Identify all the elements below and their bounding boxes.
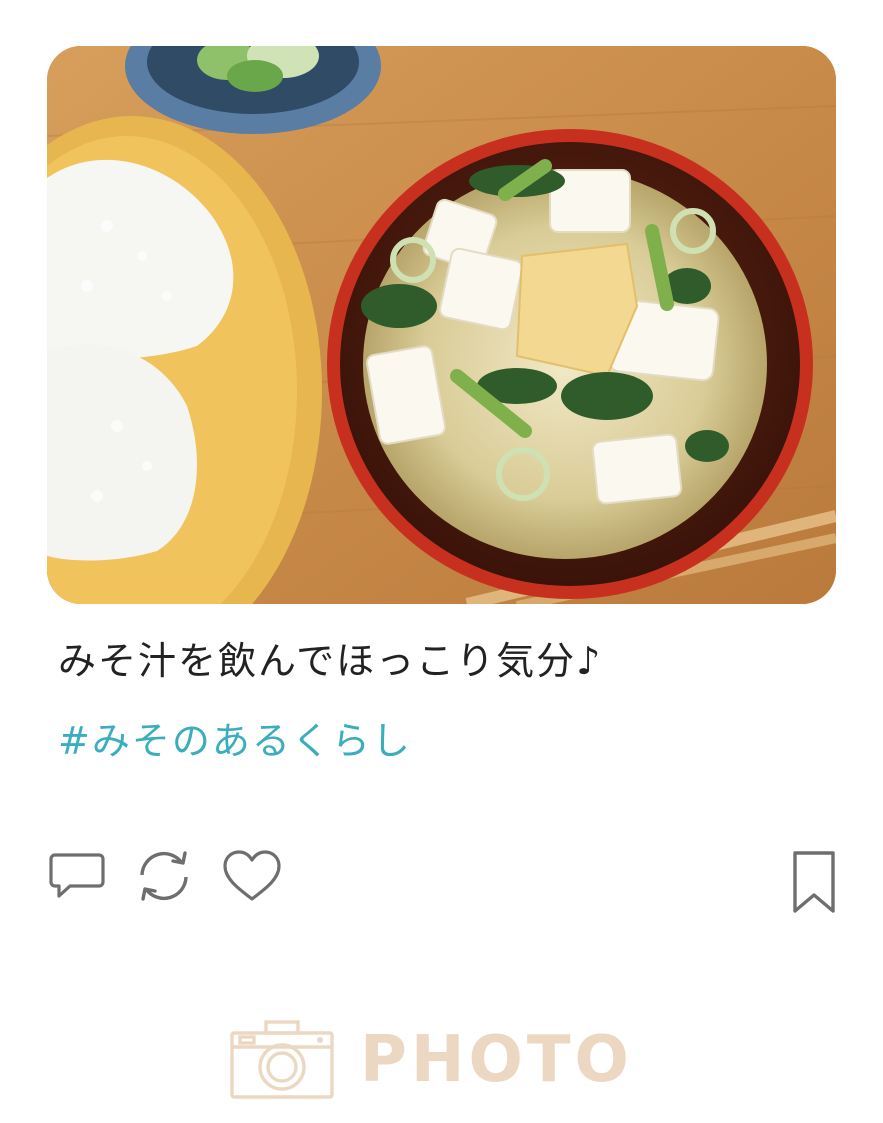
bookmark-button[interactable]	[786, 844, 842, 920]
post-photo[interactable]	[47, 46, 836, 604]
speech-bubble-icon	[49, 853, 105, 898]
repost-button[interactable]	[130, 842, 198, 910]
comment-button[interactable]	[46, 842, 108, 910]
post-caption: みそ汁を飲んでほっこり気分♪	[58, 639, 603, 683]
camera-icon	[230, 1020, 334, 1099]
like-button[interactable]	[220, 842, 284, 910]
photo-wordmark: PHOTO	[360, 1023, 633, 1097]
heart-icon	[223, 850, 281, 901]
bookmark-icon	[793, 851, 835, 913]
footer-photo-logo: PHOTO	[230, 1018, 633, 1102]
repost-arrows-icon	[140, 851, 188, 901]
miso-soup-photo	[47, 46, 836, 604]
hashtag-link[interactable]: #みそのあるくらし	[58, 710, 412, 765]
